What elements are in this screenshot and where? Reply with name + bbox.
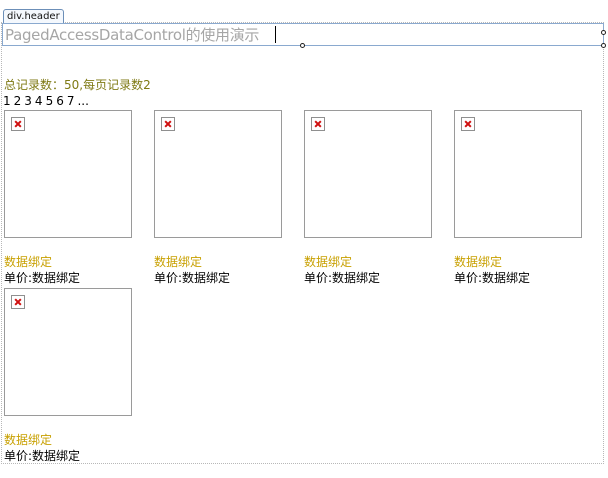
product-image[interactable] <box>304 110 432 238</box>
product-image[interactable] <box>4 288 132 416</box>
product-price: 单价:数据绑定 <box>304 271 381 285</box>
record-summary: 总记录数：50,每页记录数2 <box>4 78 151 92</box>
product-image[interactable] <box>454 110 582 238</box>
product-item: 数据绑定 单价:数据绑定 <box>4 110 144 290</box>
broken-image-icon <box>311 117 325 131</box>
resize-handle-bottom[interactable] <box>300 43 305 48</box>
product-price: 单价:数据绑定 <box>4 271 81 285</box>
product-price: 单价:数据绑定 <box>154 271 231 285</box>
page-link[interactable]: 6 <box>56 94 64 108</box>
broken-image-icon <box>11 295 25 309</box>
page-link[interactable]: 7 <box>67 94 75 108</box>
product-name: 数据绑定 <box>304 255 353 269</box>
broken-image-icon <box>461 117 475 131</box>
resize-handle-right[interactable] <box>601 30 606 35</box>
product-name: 数据绑定 <box>154 255 203 269</box>
page-link[interactable]: 5 <box>46 94 54 108</box>
page-link[interactable]: 3 <box>24 94 32 108</box>
product-name: 数据绑定 <box>4 255 53 269</box>
resize-handle-corner[interactable] <box>601 43 606 48</box>
product-item: 数据绑定 单价:数据绑定 <box>4 288 144 468</box>
broken-image-icon <box>161 117 175 131</box>
page-title: PagedAccessDataControl的使用演示 <box>5 26 260 44</box>
product-name: 数据绑定 <box>4 433 53 447</box>
page-link[interactable]: 4 <box>35 94 43 108</box>
product-item: 数据绑定 单价:数据绑定 <box>304 110 444 290</box>
page-more-link[interactable]: ... <box>77 94 88 108</box>
product-price: 单价:数据绑定 <box>454 271 531 285</box>
pager: 1 2 3 4 5 6 7... <box>3 94 92 108</box>
product-image[interactable] <box>4 110 132 238</box>
broken-image-icon <box>11 117 25 131</box>
element-tag-label[interactable]: div.header <box>3 9 64 24</box>
product-item: 数据绑定 单价:数据绑定 <box>154 110 294 290</box>
product-name: 数据绑定 <box>454 255 503 269</box>
page-link[interactable]: 2 <box>14 94 22 108</box>
text-caret <box>275 26 276 43</box>
product-price: 单价:数据绑定 <box>4 449 81 463</box>
page-link[interactable]: 1 <box>3 94 11 108</box>
product-image[interactable] <box>154 110 282 238</box>
product-item: 数据绑定 单价:数据绑定 <box>454 110 594 290</box>
